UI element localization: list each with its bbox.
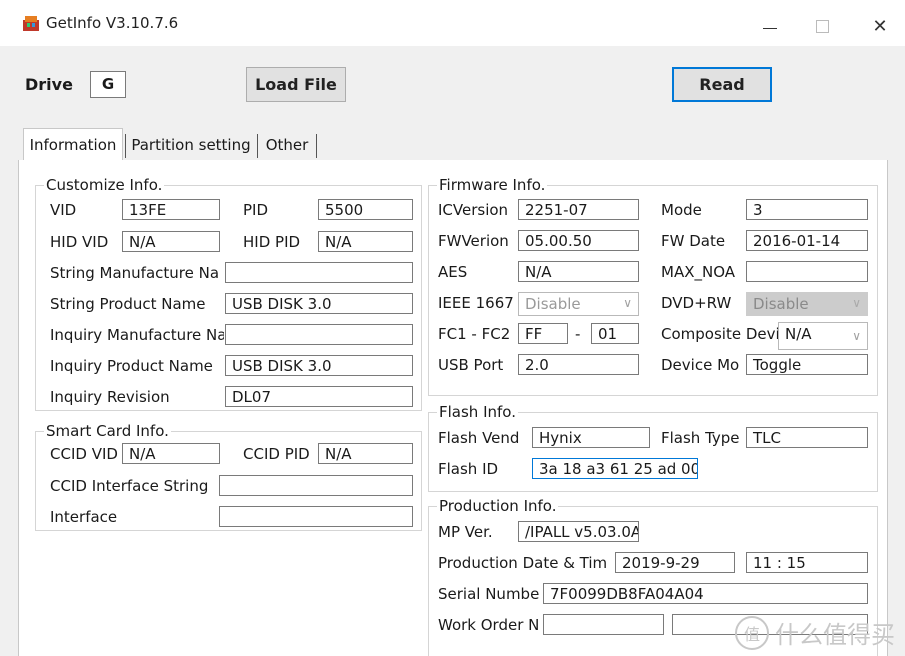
interface-label: Interface	[50, 508, 118, 526]
mp-ver-field[interactable]: /IPALL v5.03.0A	[518, 521, 639, 542]
flash-vendor-field[interactable]: Hynix	[532, 427, 650, 448]
fc2-field[interactable]: 01	[591, 323, 639, 344]
fc1-field[interactable]: FF	[518, 323, 568, 344]
fw-date-field[interactable]: 2016-01-14	[746, 230, 868, 251]
dvd-rw-label: DVD+RW	[661, 294, 732, 312]
flash-id-field[interactable]: 3a 18 a3 61 25 ad 00	[532, 458, 698, 479]
inquiry-revision-field[interactable]: DL07	[225, 386, 413, 407]
device-mode-field[interactable]: Toggle	[746, 354, 868, 375]
ccid-interface-field[interactable]	[219, 475, 413, 496]
flash-type-label: Flash Type	[661, 429, 740, 447]
vid-field[interactable]: 13FE	[122, 199, 220, 220]
production-date-field[interactable]: 2019-9-29	[615, 552, 735, 573]
app-icon	[23, 16, 39, 31]
pid-label: PID	[243, 201, 269, 219]
inquiry-revision-label: Inquiry Revision	[50, 388, 170, 406]
ieee-1667-value: Disable	[525, 295, 581, 313]
string-manufacture-label: String Manufacture Na	[50, 264, 220, 282]
hid-vid-field[interactable]: N/A	[122, 231, 220, 252]
ieee-1667-select[interactable]: Disable ∨	[518, 292, 639, 316]
chevron-down-icon: ∨	[623, 296, 632, 310]
composite-device-select[interactable]: N/A ∨	[778, 322, 868, 350]
production-info-title: Production Info.	[437, 497, 559, 515]
inquiry-manufacture-label: Inquiry Manufacture Na	[50, 326, 224, 344]
load-file-button[interactable]: Load File	[246, 67, 346, 102]
usb-port-label: USB Port	[438, 356, 504, 374]
tab-partition-setting[interactable]: Partition setting	[127, 130, 255, 160]
work-order-field-1[interactable]	[543, 614, 664, 635]
composite-device-label: Composite Devi	[661, 325, 779, 343]
composite-device-value: N/A	[785, 325, 812, 343]
ieee-1667-label: IEEE 1667	[438, 294, 514, 312]
tab-separator	[125, 134, 126, 158]
read-button[interactable]: Read	[672, 67, 772, 102]
string-manufacture-field[interactable]	[225, 262, 413, 283]
maximize-icon[interactable]	[800, 8, 844, 44]
hid-pid-label: HID PID	[243, 233, 301, 251]
watermark: 值 什么值得买	[735, 615, 895, 650]
aes-label: AES	[438, 263, 468, 281]
chevron-down-icon: ∨	[852, 296, 861, 310]
ccid-interface-label: CCID Interface String	[50, 477, 209, 495]
inquiry-product-label: Inquiry Product Name	[50, 357, 213, 375]
drive-field[interactable]: G	[90, 71, 126, 98]
max-noa-label: MAX_NOA	[661, 263, 736, 281]
string-product-label: String Product Name	[50, 295, 206, 313]
flash-type-field[interactable]: TLC	[746, 427, 868, 448]
serial-number-field[interactable]: 7F0099DB8FA04A04	[543, 583, 868, 604]
inquiry-manufacture-field[interactable]	[225, 324, 413, 345]
icversion-field[interactable]: 2251-07	[518, 199, 639, 220]
hid-pid-field[interactable]: N/A	[318, 231, 413, 252]
icversion-label: ICVersion	[438, 201, 509, 219]
close-icon[interactable]: ✕	[858, 8, 902, 44]
tab-information[interactable]: Information	[23, 128, 123, 161]
mp-ver-label: MP Ver.	[438, 523, 493, 541]
tab-separator	[257, 134, 258, 158]
mode-label: Mode	[661, 201, 702, 219]
fw-date-label: FW Date	[661, 232, 726, 250]
customize-info-title: Customize Info.	[44, 176, 165, 194]
ccid-pid-label: CCID PID	[243, 445, 310, 463]
flash-info-group	[428, 412, 878, 492]
production-time-field[interactable]: 11 : 15	[746, 552, 868, 573]
smart-card-info-title: Smart Card Info.	[44, 422, 171, 440]
aes-field[interactable]: N/A	[518, 261, 639, 282]
production-date-label: Production Date & Tim	[438, 554, 608, 572]
dvd-rw-value: Disable	[753, 295, 809, 313]
ccid-pid-field[interactable]: N/A	[318, 443, 413, 464]
chevron-down-icon: ∨	[852, 329, 861, 343]
ccid-vid-label: CCID VID	[50, 445, 118, 463]
fc-label: FC1 - FC2	[438, 325, 511, 343]
hid-vid-label: HID VID	[50, 233, 109, 251]
window-title: GetInfo V3.10.7.6	[46, 14, 179, 32]
title-bar: GetInfo V3.10.7.6 ✕	[0, 0, 905, 46]
flash-vendor-label: Flash Vend	[438, 429, 520, 447]
firmware-info-title: Firmware Info.	[437, 176, 548, 194]
interface-field[interactable]	[219, 506, 413, 527]
mode-field[interactable]: 3	[746, 199, 868, 220]
pid-field[interactable]: 5500	[318, 199, 413, 220]
fwversion-field[interactable]: 05.00.50	[518, 230, 639, 251]
string-product-field[interactable]: USB DISK 3.0	[225, 293, 413, 314]
vid-label: VID	[50, 201, 77, 219]
inquiry-product-field[interactable]: USB DISK 3.0	[225, 355, 413, 376]
usb-port-field[interactable]: 2.0	[518, 354, 639, 375]
fwversion-label: FWVerion	[438, 232, 509, 250]
watermark-logo-icon: 值	[735, 615, 769, 650]
work-order-label: Work Order N	[438, 616, 540, 634]
fc-dash: -	[575, 325, 581, 343]
tab-separator	[316, 134, 317, 158]
drive-label: Drive	[25, 75, 73, 94]
watermark-text: 什么值得买	[775, 621, 895, 649]
flash-info-title: Flash Info.	[437, 403, 518, 421]
device-mode-label: Device Mo	[661, 356, 740, 374]
dvd-rw-select[interactable]: Disable ∨	[746, 292, 868, 316]
minimize-icon[interactable]	[748, 8, 792, 44]
flash-id-label: Flash ID	[438, 460, 499, 478]
tab-other[interactable]: Other	[259, 130, 315, 160]
max-noa-field[interactable]	[746, 261, 868, 282]
ccid-vid-field[interactable]: N/A	[122, 443, 220, 464]
serial-number-label: Serial Numbe	[438, 585, 540, 603]
